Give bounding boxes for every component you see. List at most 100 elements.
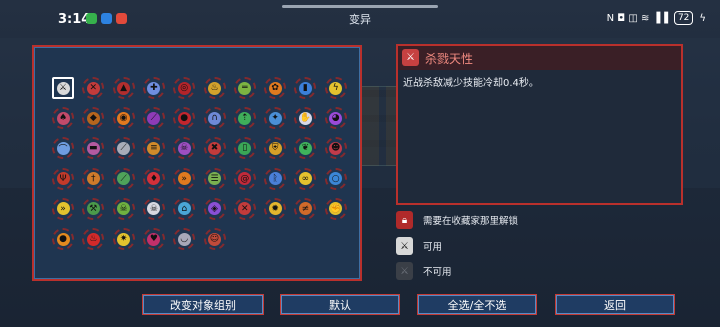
icon-glyph: ◡ bbox=[177, 232, 191, 246]
window-handle[interactable] bbox=[282, 5, 438, 8]
purple-cloak-icon[interactable]: ◈ bbox=[203, 197, 226, 220]
red-mask-icon[interactable]: ☻ bbox=[324, 137, 347, 160]
icon-glyph: Ψ bbox=[56, 172, 70, 186]
killer-instinct-icon[interactable]: ⚔ bbox=[52, 77, 74, 99]
goblet-icon[interactable]: Ψ bbox=[52, 167, 74, 190]
mutation-description: 近战杀敌减少技能冷却0.4秒。 bbox=[403, 78, 539, 89]
magnet-icon[interactable]: ∩ bbox=[203, 107, 226, 130]
icon-glyph: ᚱ bbox=[268, 172, 282, 186]
back-button[interactable]: 返回 bbox=[555, 294, 675, 315]
icon-glyph: ☺ bbox=[208, 232, 221, 246]
red-spike-icon[interactable]: ▲ bbox=[112, 77, 135, 99]
chevron-right-icon[interactable]: » bbox=[173, 167, 196, 190]
yellow-fist-icon[interactable]: ✊ bbox=[324, 197, 347, 220]
crossed-axes-icon[interactable]: ✕ bbox=[233, 197, 256, 220]
select-all-button[interactable]: 全选/全不选 bbox=[417, 294, 537, 315]
yellow-star-icon[interactable]: ✹ bbox=[264, 197, 287, 220]
mushroom-icon[interactable]: ♠ bbox=[52, 107, 74, 130]
mutation-info-panel: ⚔ 杀戮天性 近战杀敌减少技能冷却0.4秒。 bbox=[396, 44, 683, 205]
shield-hammer-icon[interactable]: ◆ bbox=[82, 107, 105, 130]
icon-glyph: ♨ bbox=[208, 81, 221, 95]
icon-glyph: † bbox=[86, 172, 100, 186]
icon-glyph: ∞ bbox=[298, 172, 312, 186]
bow-icon[interactable]: ⌒ bbox=[52, 137, 74, 160]
icon-glyph: ✦ bbox=[268, 111, 282, 125]
yellow-coil-icon[interactable]: ∞ bbox=[294, 167, 317, 190]
icon-glyph: ◆ bbox=[86, 111, 100, 125]
tactics-icon[interactable]: ✚ bbox=[142, 77, 165, 99]
blue-vial-icon[interactable]: ▮ bbox=[294, 77, 317, 99]
blue-hat-icon[interactable]: ⌂ bbox=[173, 197, 196, 220]
green-skull-icon[interactable]: ☠ bbox=[112, 197, 135, 220]
turret-icon[interactable]: ▬ bbox=[82, 137, 105, 160]
fire-drop-icon[interactable]: ♨ bbox=[82, 228, 105, 250]
green-arrow-icon[interactable]: ⇡ bbox=[233, 107, 256, 130]
icon-glyph: ▲ bbox=[117, 81, 131, 95]
orange-gauntlet-icon[interactable]: ● bbox=[52, 228, 74, 250]
icon-glyph: ✖ bbox=[208, 141, 221, 155]
icon-glyph: ═ bbox=[238, 81, 252, 95]
icon-glyph: ✋ bbox=[298, 111, 312, 125]
red-face-icon[interactable]: ☺ bbox=[203, 228, 226, 250]
page-title: 变异 bbox=[349, 13, 371, 26]
flame-blade-icon[interactable]: ≠ bbox=[294, 197, 317, 220]
orange-eye-icon[interactable]: ◉ bbox=[112, 107, 135, 130]
icon-glyph: ❦ bbox=[298, 141, 312, 155]
icon-glyph: ♥ bbox=[147, 232, 161, 246]
magenta-heart-icon[interactable]: ♥ bbox=[142, 228, 165, 250]
icon-glyph: ♨ bbox=[86, 232, 100, 246]
red-potion-icon[interactable]: ♦ bbox=[142, 167, 165, 190]
legend-locked: 🔒︎ 需要在收藏家那里解锁 bbox=[396, 211, 518, 229]
unavailable-icon: ⚔ bbox=[396, 262, 413, 280]
yellow-spark-icon[interactable]: ✷ bbox=[112, 228, 135, 250]
fast-forward-icon[interactable]: » bbox=[52, 197, 74, 220]
killer-instinct-icon: ⚔ bbox=[402, 49, 419, 66]
icon-glyph: ⛨ bbox=[268, 141, 282, 155]
lock-icon: 🔒︎ bbox=[396, 211, 413, 229]
icon-glyph: ● bbox=[56, 232, 70, 246]
gun-icon[interactable]: ═ bbox=[233, 77, 256, 99]
blue-ring-icon[interactable]: ○ bbox=[324, 167, 347, 190]
blue-rune-icon[interactable]: ᚱ bbox=[264, 167, 287, 190]
default-button[interactable]: 默认 bbox=[280, 294, 400, 315]
green-axe-icon[interactable]: ⚒ bbox=[82, 197, 105, 220]
red-drop-icon[interactable]: ● bbox=[173, 107, 196, 130]
green-leaf-icon[interactable]: ❦ bbox=[294, 137, 317, 160]
red-spiral-icon[interactable]: @ bbox=[233, 167, 256, 190]
green-blade-icon[interactable]: ⟋ bbox=[112, 167, 135, 190]
fire-potion-icon[interactable]: ♨ bbox=[203, 77, 226, 99]
icon-glyph: ✕ bbox=[86, 81, 100, 95]
legend-locked-label: 需要在收藏家那里解锁 bbox=[423, 216, 519, 227]
legend-unavailable-label: 不可用 bbox=[423, 267, 452, 278]
green-bottle-icon[interactable]: ▯ bbox=[233, 137, 256, 160]
gold-stack-icon[interactable]: ≡ bbox=[142, 137, 165, 160]
blue-shield-icon[interactable]: ✦ bbox=[264, 107, 287, 130]
purple-blade-icon[interactable]: ⟋ bbox=[142, 107, 165, 130]
blood-swirl-icon[interactable]: ◎ bbox=[173, 77, 196, 99]
icon-glyph: ⟋ bbox=[117, 141, 131, 155]
purple-orb-icon[interactable]: ◕ bbox=[324, 107, 347, 130]
purple-skull-icon[interactable]: ☠ bbox=[173, 137, 196, 160]
sword-icon[interactable]: † bbox=[82, 167, 105, 190]
icon-glyph: ◎ bbox=[177, 81, 191, 95]
info-header: ⚔ 杀戮天性 bbox=[398, 46, 681, 70]
change-group-button[interactable]: 改变对象组别 bbox=[142, 294, 264, 315]
lightning-icon[interactable]: ϟ bbox=[324, 77, 347, 99]
white-skull-icon[interactable]: ☠ bbox=[142, 197, 165, 220]
mutation-name: 杀戮天性 bbox=[425, 52, 474, 66]
icon-glyph: ✿ bbox=[268, 81, 282, 95]
hand-icon[interactable]: ✋ bbox=[294, 107, 317, 130]
red-yellow-shield-icon[interactable]: ⛨ bbox=[264, 137, 287, 160]
spear-icon[interactable]: ⟋ bbox=[112, 137, 135, 160]
icon-glyph: ☠ bbox=[177, 141, 191, 155]
cauldron-icon[interactable]: ◡ bbox=[173, 228, 196, 250]
mutation-grid-panel: ⚔ ✕ ▲ ✚ ◎ ♨ ═ ✿ ▮ ϟ ♠ ◆ ◉ ⟋ ● ∩ ⇡ ✦ ✋ ◕ ⌒ ▬ ⟋ ≡ ☠ ✖ ▯ ⛨ ❦ ☻ Ψ † ⟋ ♦ » ☰ @ ᚱ ∞ ○… bbox=[32, 45, 362, 281]
icon-glyph: ⌂ bbox=[177, 202, 191, 216]
crossbow-icon[interactable]: ✕ bbox=[82, 77, 105, 99]
icon-glyph: ☰ bbox=[208, 172, 221, 186]
orange-gear-icon[interactable]: ✿ bbox=[264, 77, 287, 99]
red-x-icon[interactable]: ✖ bbox=[203, 137, 226, 160]
grimoire-icon[interactable]: ☰ bbox=[203, 167, 226, 190]
icon-glyph: ⚔ bbox=[56, 81, 70, 95]
legend-available-label: 可用 bbox=[423, 242, 443, 253]
